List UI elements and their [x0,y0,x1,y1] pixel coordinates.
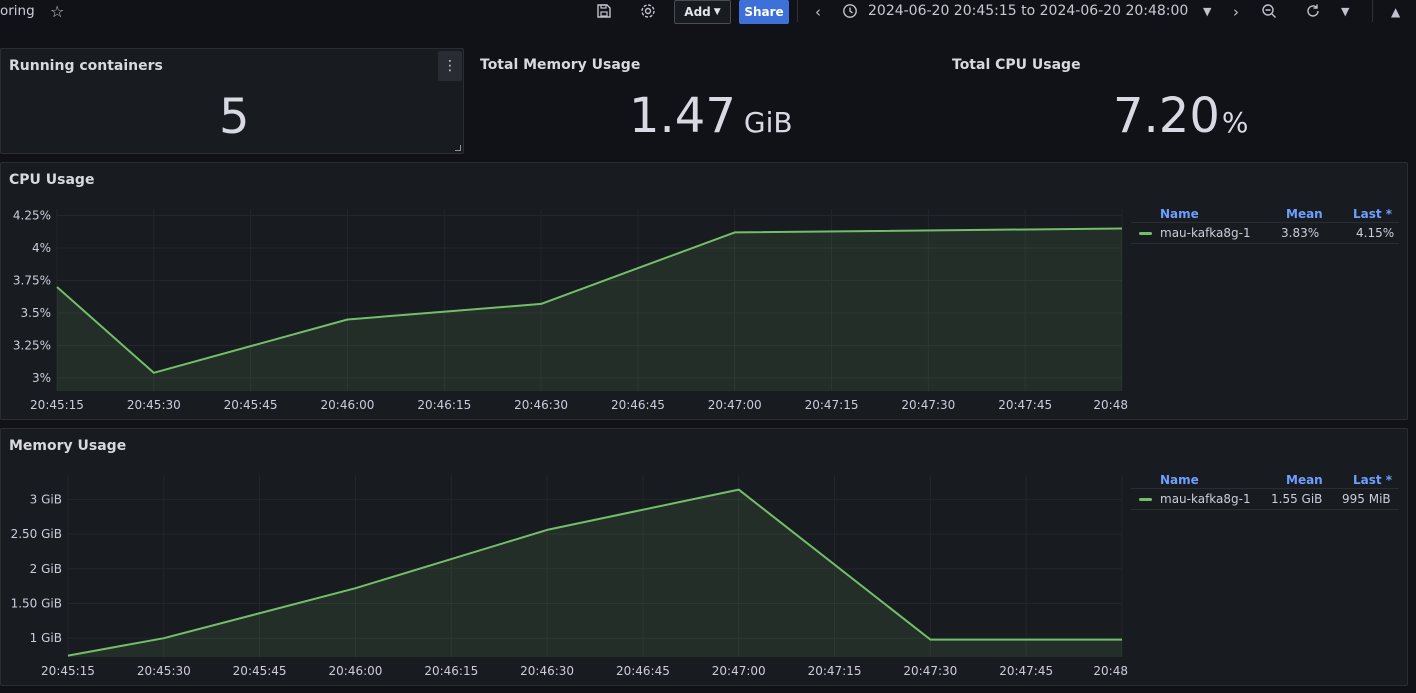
x-tick-label: 20:48 [1093,398,1128,412]
panel-title: Total CPU Usage [952,57,1081,73]
gear-icon[interactable] [640,3,656,23]
x-tick-label: 20:46:45 [616,664,670,678]
x-tick-label: 20:48 [1093,664,1128,678]
resize-handle-icon[interactable] [455,145,461,151]
memory-legend: Name Mean Last * mau-kafka8g-1 1.55 GiB … [1131,473,1401,513]
panel-title: Running containers [9,58,163,74]
stat-unit: % [1221,106,1249,139]
y-tick-label: 3% [32,371,51,385]
running-containers-value: 5 [219,89,250,145]
star-icon[interactable]: ☆ [50,2,64,21]
x-tick-label: 20:45:15 [30,398,84,412]
x-tick-label: 20:46:15 [424,664,478,678]
legend-last-value: 995 MiB [1342,492,1391,506]
legend-mean-value: 1.55 GiB [1271,492,1323,506]
cpu-legend: Name Mean Last * mau-kafka8g-1 3.83% 4.1… [1131,207,1401,247]
x-tick-label: 20:45:45 [224,398,278,412]
x-tick-label: 20:45:30 [127,398,181,412]
y-tick-label: 3.75% [13,274,51,288]
refresh-icon[interactable] [1305,3,1321,23]
x-tick-label: 20:46:45 [611,398,665,412]
cpu-usage-chart[interactable]: 20:45:15 20:45:30 20:45:45 20:46:00 20:46:15… [1,163,1131,421]
chevron-down-icon[interactable]: ▼ [1203,3,1211,21]
legend-row[interactable]: mau-kafka8g-1 3.83% 4.15% [1131,222,1399,244]
x-tick-label: 20:47:15 [805,398,859,412]
x-tick-label: 20:46:00 [321,398,375,412]
legend-last-header[interactable]: Last * [1353,207,1392,221]
x-tick-label: 20:47:45 [998,398,1052,412]
series-color-swatch [1139,232,1152,235]
stat-unit: GiB [743,106,793,139]
share-button[interactable]: Share [739,0,789,24]
x-tick-label: 20:47:15 [808,664,862,678]
x-tick-label: 20:45:30 [137,664,191,678]
chevron-right-icon[interactable]: › [1233,3,1239,21]
legend-series-name: mau-kafka8g-1 [1160,226,1251,240]
legend-last-header[interactable]: Last * [1353,473,1392,487]
add-button[interactable]: Add ▼ [674,0,731,24]
chevron-down-icon[interactable]: ▼ [1341,3,1349,21]
dashboard-title[interactable]: oring [0,3,35,19]
x-tick-label: 20:47:30 [903,664,957,678]
y-tick-label: 3 GiB [30,492,62,506]
y-tick-label: 3.25% [13,339,51,353]
total-cpu-panel: Total CPU Usage 7.20% [944,48,1408,154]
legend-row[interactable]: mau-kafka8g-1 1.55 GiB 995 MiB [1131,488,1399,510]
stat-number: 1.47 [629,88,736,144]
add-button-label: Add [684,5,711,19]
y-tick-label: 3.5% [21,306,52,320]
panel-menu-icon[interactable]: ⋮ [438,51,462,81]
x-tick-label: 20:47:00 [708,398,762,412]
legend-mean-header[interactable]: Mean [1286,207,1323,221]
dashboard-toolbar: oring ☆ Add ▼ Share ‹ 2024-06-20 20:45:1… [0,0,1416,26]
x-tick-label: 20:46:15 [417,398,471,412]
panel-title: Total Memory Usage [480,57,641,73]
cpu-usage-panel: CPU Usage 20:45:15 20:45:30 20:45:45 20:46:… [0,162,1408,420]
zoom-out-icon[interactable] [1261,3,1277,23]
x-tick-label: 20:46:30 [520,664,574,678]
chevron-left-icon[interactable]: ‹ [815,3,821,21]
x-tick-label: 20:47:45 [999,664,1053,678]
legend-name-header[interactable]: Name [1160,207,1199,221]
chevron-down-icon: ▼ [713,7,721,17]
total-memory-panel: Total Memory Usage 1.47 GiB [472,48,936,154]
chevron-up-icon[interactable]: ▲ [1391,3,1400,21]
y-tick-label: 2.50 GiB [11,527,62,541]
series-area [68,489,1122,657]
x-tick-label: 20:46:00 [329,664,383,678]
running-containers-panel: Running containers ⋮ 5 [0,48,464,154]
y-tick-label: 2 GiB [30,562,62,576]
memory-usage-chart[interactable]: 20:45:15 20:45:30 20:45:45 20:46:00 20:46:15… [1,429,1131,687]
stat-number: 7.20 [1113,88,1220,144]
y-tick-label: 1 GiB [30,631,62,645]
series-area [57,228,1122,391]
toolbar-divider [797,0,798,22]
y-tick-label: 1.50 GiB [11,597,62,611]
x-tick-label: 20:45:45 [233,664,287,678]
total-memory-value: 1.47 GiB [629,88,793,144]
legend-name-header[interactable]: Name [1160,473,1199,487]
memory-usage-panel: Memory Usage 20:45:15 20:45:30 20:45:45 20:… [0,428,1408,686]
y-tick-label: 4% [32,241,51,255]
legend-mean-value: 3.83% [1281,226,1320,240]
legend-last-value: 4.15% [1356,226,1395,240]
x-tick-label: 20:47:30 [901,398,955,412]
toolbar-divider [1372,0,1373,22]
x-tick-label: 20:47:00 [712,664,766,678]
total-cpu-value: 7.20% [1113,88,1248,144]
clock-icon [842,3,858,23]
legend-series-name: mau-kafka8g-1 [1160,492,1251,506]
x-tick-label: 20:45:15 [41,664,95,678]
series-color-swatch [1139,498,1152,501]
x-tick-label: 20:46:30 [514,398,568,412]
save-icon[interactable] [596,3,612,23]
y-tick-label: 4.25% [13,209,51,223]
legend-mean-header[interactable]: Mean [1286,473,1323,487]
time-range-picker[interactable]: 2024-06-20 20:45:15 to 2024-06-20 20:48:… [868,3,1188,19]
